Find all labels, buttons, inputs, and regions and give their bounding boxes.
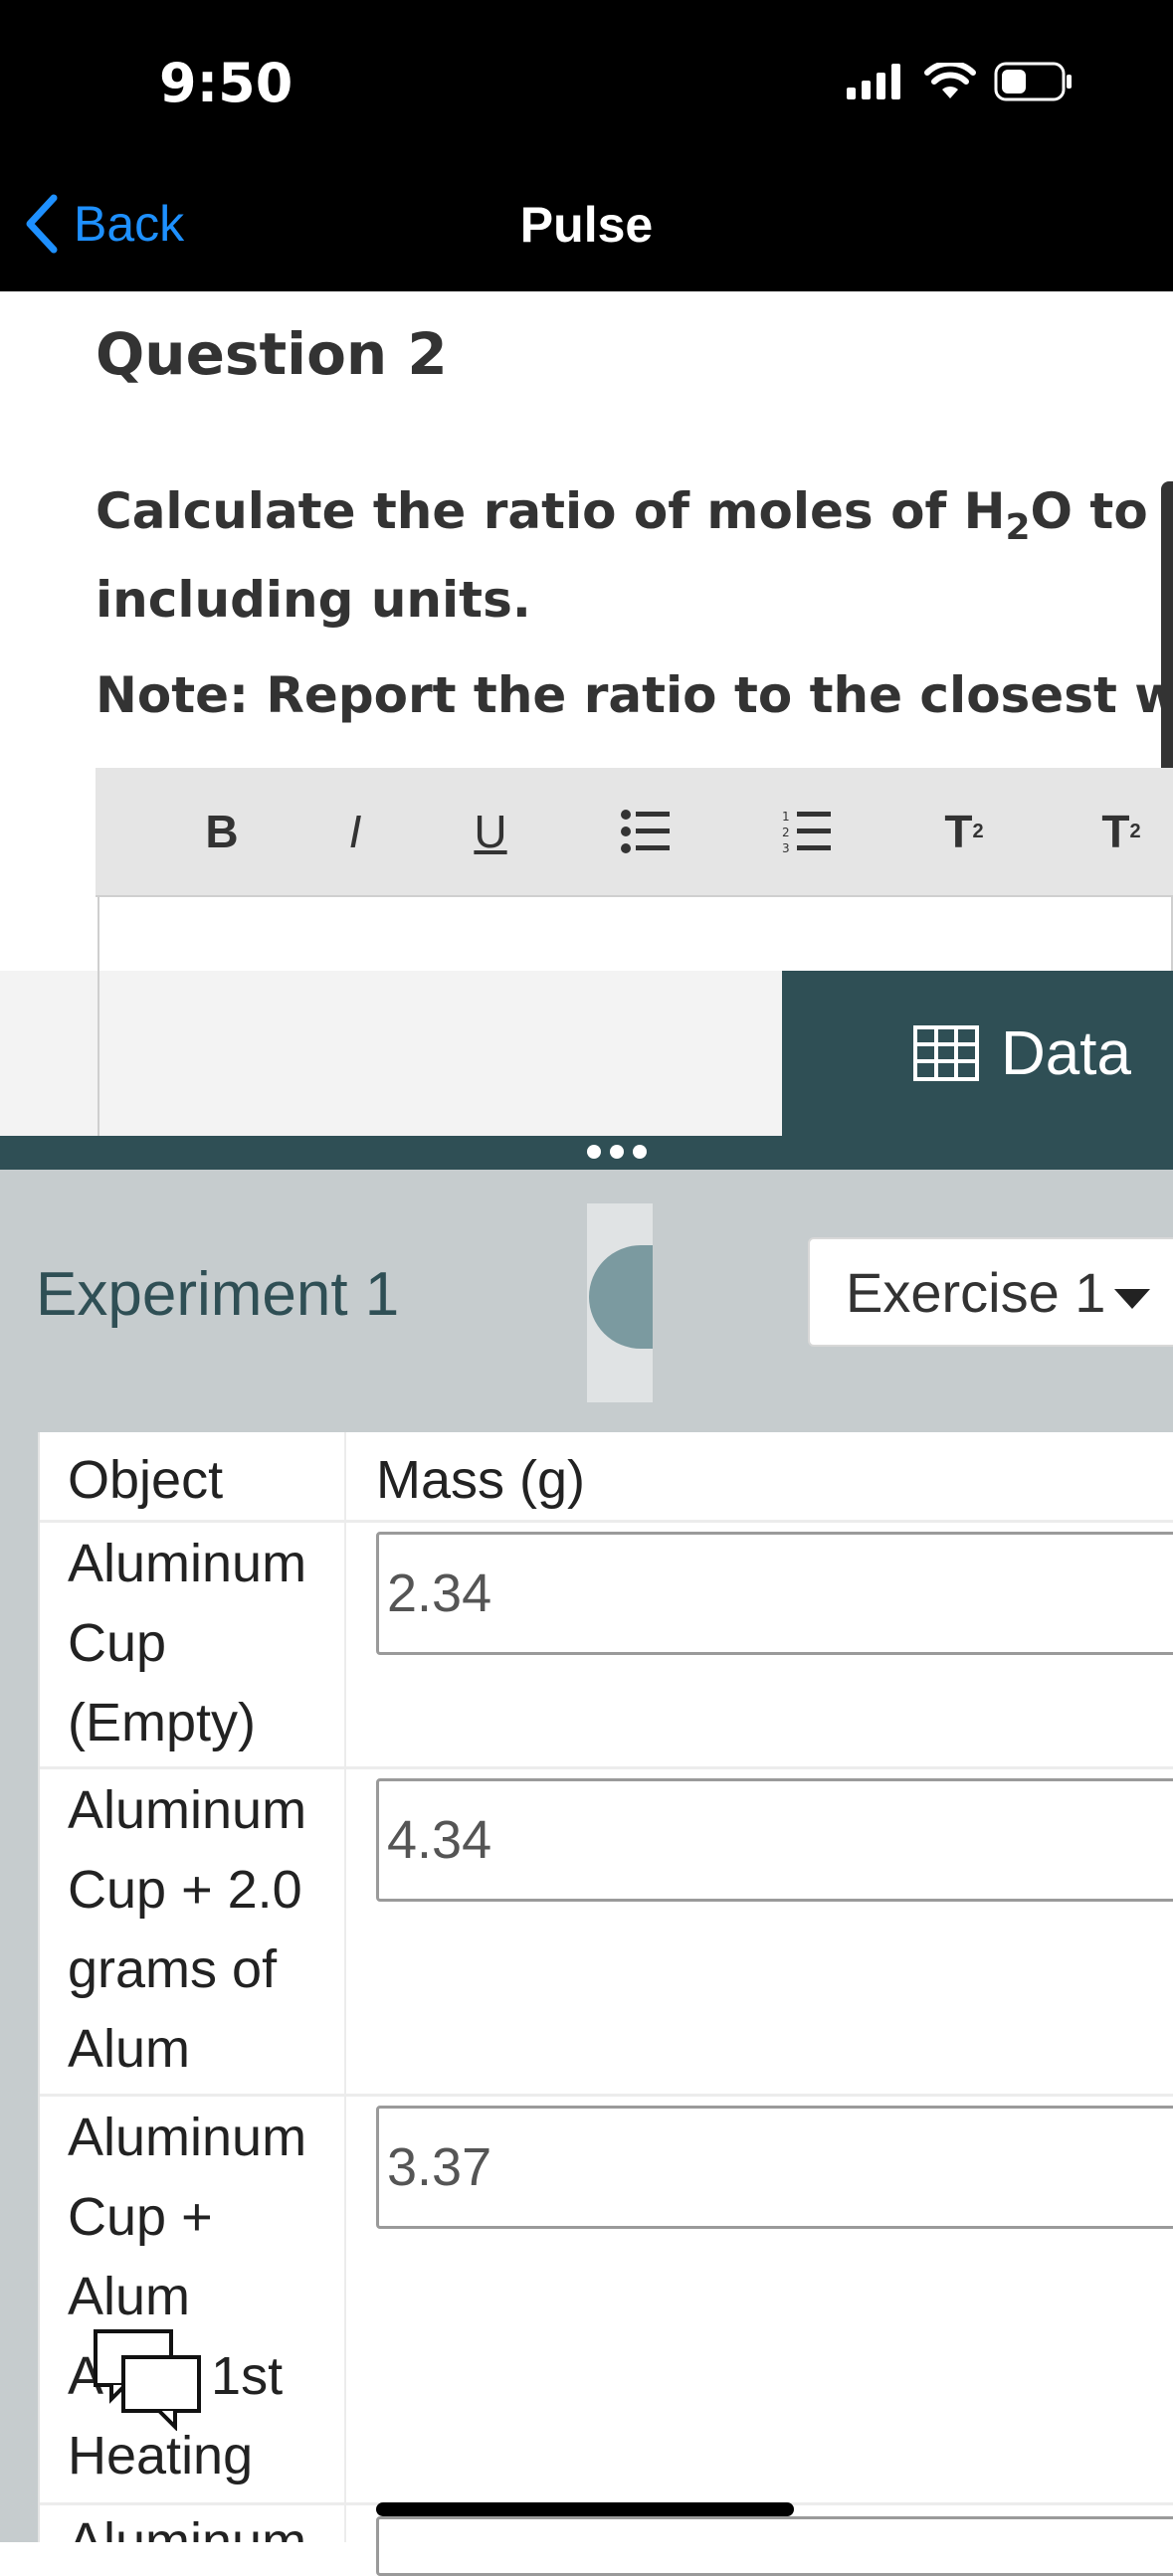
navigation-bar: Back Pulse [0, 174, 1173, 291]
mass-input[interactable]: 4.34 [376, 1778, 1173, 1902]
home-indicator [376, 2502, 794, 2516]
column-separator [344, 1432, 346, 2542]
table-grid-icon [913, 1025, 979, 1081]
question-text-line2: including units. [96, 571, 531, 629]
wifi-icon [924, 63, 976, 98]
row-separator [40, 1520, 1173, 1523]
mass-input[interactable] [376, 2516, 1173, 2576]
nav-title: Pulse [519, 197, 654, 253]
superscript-label: T [944, 806, 973, 857]
mass-input[interactable]: 2.34 [376, 1532, 1173, 1655]
numbered-list-icon: 1 2 3 [782, 810, 831, 854]
svg-text:3: 3 [782, 841, 790, 854]
exercise-selected-value: Exercise 1 [846, 1260, 1106, 1324]
table-row-label: Aluminum Cup + 2.0 grams of Alum [68, 1770, 306, 2089]
question-text: Calculate the ratio of moles of H2O to m… [96, 475, 1173, 636]
bullet-list-icon [621, 810, 670, 853]
label-line: Aluminum [68, 2108, 307, 2167]
label-line: Alum [68, 2267, 191, 2326]
panel-tab-strip[interactable] [587, 1203, 653, 1402]
data-table: Object Mass (g) Aluminum Cup (Empty) 2.3… [38, 1432, 1173, 2576]
status-icons [847, 62, 1074, 101]
svg-text:1: 1 [782, 810, 790, 824]
half-circle-icon [589, 1245, 653, 1349]
header-mass: Mass (g) [376, 1450, 586, 1510]
data-button-label: Data [1001, 1018, 1131, 1088]
question-text-part1: Calculate the ratio of moles of H [96, 482, 1006, 540]
scroll-indicator[interactable] [1161, 481, 1173, 810]
row-separator [40, 1766, 1173, 1769]
header-object: Object [68, 1450, 224, 1510]
underline-button[interactable]: U [446, 800, 535, 863]
question-title: Question 2 [96, 320, 448, 388]
label-line: Alum [68, 2019, 191, 2079]
caret-down-icon [1114, 1289, 1150, 1309]
label-line: Aluminum [68, 1534, 307, 1593]
status-time: 9:50 [159, 52, 293, 114]
experiment-title: Experiment 1 [36, 1260, 400, 1329]
table-row-label: Aluminum Cup (Empty) [68, 1524, 306, 1762]
panel-resize-handle[interactable] [0, 1136, 1173, 1170]
label-line: Cup [68, 1613, 167, 1673]
question-text-subscript: 2 [1005, 507, 1031, 548]
status-bar: 9:50 [0, 0, 1173, 174]
numbered-list-button[interactable]: 1 2 3 [762, 800, 852, 863]
table-row-label: Aluminum Cup + Alum A 1st Heating [68, 2098, 306, 2495]
editor-overlay-left [98, 971, 784, 1136]
battery-icon [994, 62, 1072, 101]
exercise-select[interactable]: Exercise 1 [808, 1237, 1173, 1347]
bullet-list-button[interactable] [601, 800, 690, 863]
question-note: Note: Report the ratio to the closest wh… [96, 666, 1173, 724]
bold-button[interactable]: B [177, 800, 267, 863]
italic-button[interactable]: I [310, 800, 400, 863]
subscript-button[interactable]: T2 [1076, 800, 1166, 863]
subscript-label: T [1101, 806, 1130, 857]
data-button[interactable]: Data [782, 971, 1173, 1136]
superscript-button[interactable]: T2 [919, 800, 1009, 863]
row-separator [40, 2094, 1173, 2097]
cellular-signal-icon [847, 64, 900, 99]
label-line: grams of [68, 1939, 278, 1999]
rich-text-toolbar: B I U 1 2 3 T2 T2 [96, 768, 1173, 897]
comment-icon[interactable] [92, 2327, 203, 2431]
label-line: Cup + 2.0 [68, 1860, 302, 1920]
label-line: (Empty) [68, 1693, 256, 1752]
mass-input[interactable]: 3.37 [376, 2106, 1173, 2229]
label-fragment: 1st [211, 2346, 284, 2406]
table-row-label: Aluminum [68, 2512, 307, 2542]
svg-text:2: 2 [782, 826, 790, 839]
drag-handle-icon [587, 1145, 647, 1159]
label-line: Aluminum [68, 1780, 307, 1840]
label-line: Cup + [68, 2187, 213, 2247]
question-text-part2: O to mol [1030, 482, 1173, 540]
